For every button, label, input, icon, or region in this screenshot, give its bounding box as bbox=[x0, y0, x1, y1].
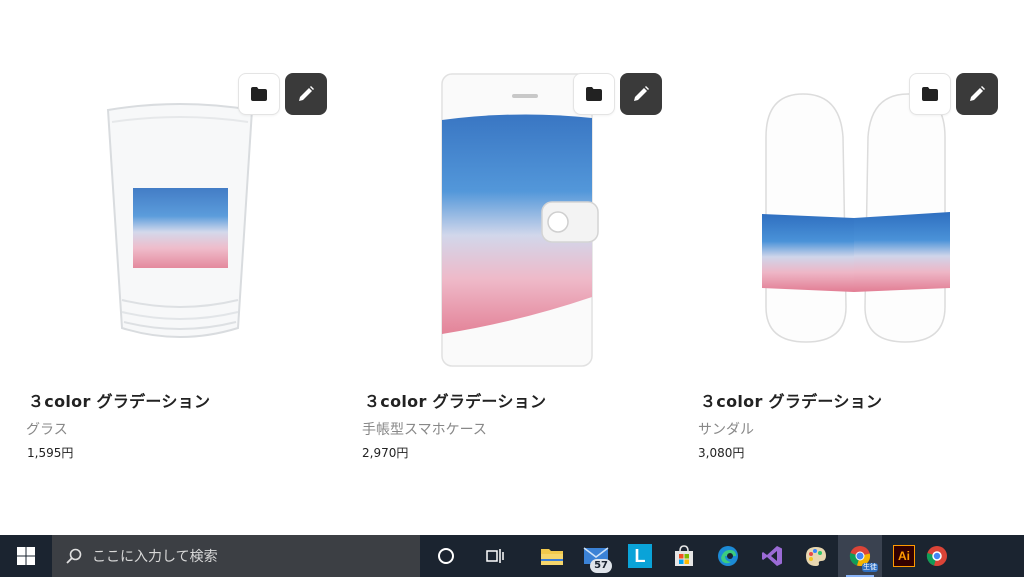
search-icon bbox=[66, 548, 82, 564]
lens-app-icon: L bbox=[628, 544, 652, 568]
chrome-profile-label: 生徒 bbox=[862, 563, 878, 572]
cortana-button[interactable] bbox=[424, 535, 468, 577]
edge-button[interactable] bbox=[706, 535, 750, 577]
folder-button[interactable] bbox=[238, 73, 280, 115]
visual-studio-button[interactable] bbox=[750, 535, 794, 577]
product-category: 手帳型スマホケース bbox=[362, 422, 487, 438]
folder-icon bbox=[541, 549, 563, 565]
pencil-icon bbox=[634, 86, 649, 101]
pencil-icon bbox=[970, 86, 985, 101]
folder-button[interactable] bbox=[909, 73, 951, 115]
product-category: サンダル bbox=[698, 422, 754, 438]
chrome-2-button[interactable] bbox=[926, 535, 950, 577]
edit-button[interactable] bbox=[620, 73, 662, 115]
chrome-icon bbox=[926, 546, 947, 566]
folder-icon bbox=[251, 87, 267, 101]
paint-palette-icon bbox=[806, 547, 826, 566]
product-title[interactable]: ３color グラデーション bbox=[364, 388, 546, 412]
edit-button[interactable] bbox=[285, 73, 327, 115]
product-card-phone-case[interactable]: ３color グラデーション 手帳型スマホケース 2,970円 bbox=[340, 0, 675, 530]
paint-button[interactable] bbox=[794, 535, 838, 577]
store-bag-icon bbox=[675, 545, 693, 566]
product-price: 3,080円 bbox=[698, 446, 745, 460]
folder-icon bbox=[586, 87, 602, 101]
task-view-button[interactable] bbox=[474, 535, 518, 577]
lens-app-label: L bbox=[634, 545, 646, 566]
illustrator-icon: Ai bbox=[893, 545, 915, 567]
product-category: グラス bbox=[26, 422, 68, 438]
folder-button[interactable] bbox=[573, 73, 615, 115]
cortana-circle-icon bbox=[438, 548, 454, 564]
folder-icon bbox=[922, 87, 938, 101]
windows-logo-icon bbox=[17, 547, 35, 565]
visual-studio-icon bbox=[762, 546, 782, 566]
phone-case-product-image[interactable] bbox=[438, 72, 603, 370]
task-view-icon bbox=[486, 549, 504, 563]
start-button[interactable] bbox=[0, 535, 52, 577]
glass-product-image[interactable] bbox=[100, 100, 260, 350]
windows-taskbar: ここに入力して検索 57 L 生徒 Ai bbox=[0, 535, 1024, 577]
product-card-glass[interactable]: ３color グラデーション グラス 1,595円 bbox=[0, 0, 335, 530]
lens-app-button[interactable]: L bbox=[618, 535, 662, 577]
sandals-product-image[interactable] bbox=[758, 92, 958, 347]
mail-badge: 57 bbox=[590, 559, 612, 573]
edit-button[interactable] bbox=[956, 73, 998, 115]
illustrator-label: Ai bbox=[898, 549, 910, 563]
product-card-sandals[interactable]: ３color グラデーション サンダル 3,080円 bbox=[680, 0, 1015, 530]
taskbar-search-box[interactable]: ここに入力して検索 bbox=[52, 535, 420, 577]
file-explorer-button[interactable] bbox=[530, 535, 574, 577]
product-title[interactable]: ３color グラデーション bbox=[700, 388, 882, 412]
search-placeholder: ここに入力して検索 bbox=[92, 549, 218, 565]
product-title[interactable]: ３color グラデーション bbox=[28, 388, 210, 412]
product-price: 1,595円 bbox=[27, 446, 74, 460]
mail-button[interactable]: 57 bbox=[574, 535, 618, 577]
edge-icon bbox=[718, 546, 738, 566]
pencil-icon bbox=[299, 86, 314, 101]
product-price: 2,970円 bbox=[362, 446, 409, 460]
store-button[interactable] bbox=[662, 535, 706, 577]
illustrator-button[interactable]: Ai bbox=[882, 535, 926, 577]
chrome-button[interactable]: 生徒 bbox=[838, 535, 882, 577]
